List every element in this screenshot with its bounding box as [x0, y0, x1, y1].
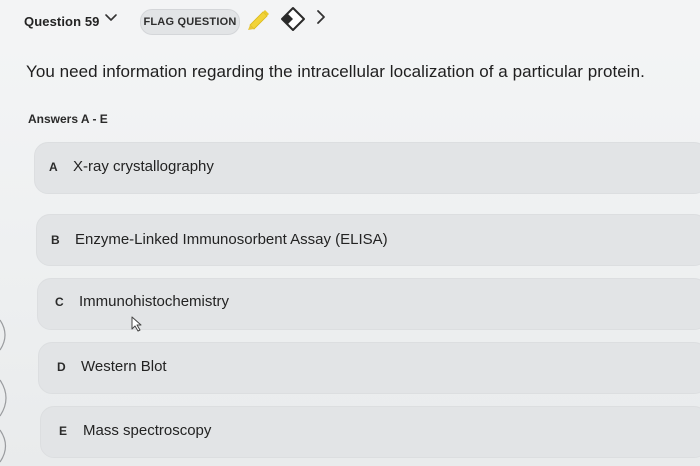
answer-option-b[interactable]: B Enzyme-Linked Immunosorbent Assay (ELI…	[36, 214, 700, 266]
screen-edge-shadow	[0, 319, 7, 463]
question-header: Question 59 FLAG QUESTION	[0, 0, 700, 42]
option-text: Immunohistochemistry	[79, 293, 230, 310]
option-letter: A	[49, 160, 58, 174]
eraser-icon[interactable]	[280, 6, 306, 32]
option-text: Western Blot	[81, 358, 167, 375]
option-text: Mass spectroscopy	[83, 422, 212, 439]
question-prompt: You need information regarding the intra…	[26, 62, 645, 81]
chevron-down-icon[interactable]	[104, 11, 118, 25]
mouse-cursor-icon	[130, 316, 144, 332]
quiz-screen: Question 59 FLAG QUESTION You need infor…	[0, 0, 700, 466]
answers-heading: Answers A - E	[28, 112, 108, 126]
option-text: X-ray crystallography	[73, 158, 214, 175]
option-text: Enzyme-Linked Immunosorbent Assay (ELISA…	[75, 231, 388, 248]
answer-option-d[interactable]: D Western Blot	[38, 342, 700, 394]
chevron-right-icon[interactable]	[314, 9, 328, 25]
answer-option-a[interactable]: A X-ray crystallography	[34, 142, 700, 194]
option-letter: D	[57, 360, 66, 374]
option-letter: C	[55, 295, 64, 309]
option-letter: E	[59, 424, 68, 438]
flag-question-button[interactable]: FLAG QUESTION	[140, 9, 240, 35]
option-letter: B	[51, 233, 60, 247]
question-number-label[interactable]: Question 59	[24, 14, 100, 29]
answer-option-e[interactable]: E Mass spectroscopy	[40, 406, 700, 458]
pencil-icon[interactable]	[246, 7, 272, 31]
